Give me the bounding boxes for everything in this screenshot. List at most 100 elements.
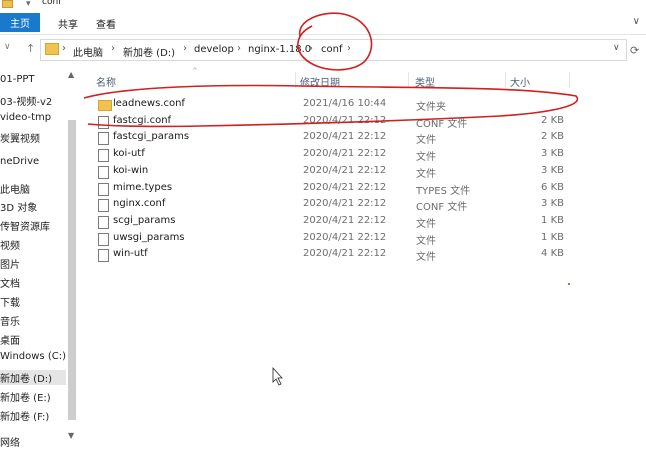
refresh-icon[interactable]: ⟳ xyxy=(630,44,639,57)
breadcrumb-drive-d[interactable]: 新加卷 (D:) xyxy=(123,44,175,59)
nav-item[interactable]: 下载 xyxy=(0,294,20,309)
nav-item[interactable]: 新加卷 (F:) xyxy=(0,408,49,423)
file-row[interactable]: leadnews.conf 2021/4/16 10:44 文件夹 xyxy=(90,97,580,113)
file-row[interactable]: nginx.conf 2020/4/21 22:12 CONF 文件 3 KB xyxy=(90,197,580,213)
column-divider[interactable] xyxy=(295,72,296,88)
nav-item[interactable]: 03-视频-v2 xyxy=(0,93,52,108)
file-type: TYPES 文件 xyxy=(416,185,471,197)
file-row[interactable]: uwsgi_params 2020/4/21 22:12 文件 1 KB xyxy=(90,231,580,247)
tab-view[interactable]: 查看 xyxy=(92,15,120,32)
file-name: nginx.conf xyxy=(113,198,166,210)
nav-scrollbar[interactable]: ▲ ▼ xyxy=(66,66,78,455)
column-name[interactable]: 名称 xyxy=(96,74,116,89)
nav-item[interactable]: 此电脑 xyxy=(0,181,30,196)
file-date: 2020/4/21 22:12 xyxy=(303,148,387,160)
column-divider[interactable] xyxy=(408,72,409,88)
nav-item[interactable]: 视频 xyxy=(0,237,20,252)
nav-item[interactable]: Windows (C:) xyxy=(0,351,66,362)
scroll-down-icon[interactable]: ▼ xyxy=(68,431,74,440)
mouse-cursor-icon xyxy=(272,366,283,386)
file-row[interactable]: scgi_params 2020/4/21 22:12 文件 1 KB xyxy=(90,214,580,230)
file-row[interactable]: fastcgi_params 2020/4/21 22:12 文件 2 KB xyxy=(90,130,580,146)
file-name: koi-utf xyxy=(113,148,145,160)
ribbon-expand-icon[interactable]: ∨ xyxy=(633,16,640,27)
nav-item[interactable]: 01-PPT xyxy=(0,74,35,85)
chevron-right-icon[interactable]: › xyxy=(237,43,241,54)
file-size: 2 KB xyxy=(541,131,564,143)
nav-item[interactable]: 桌面 xyxy=(0,332,20,347)
nav-item[interactable]: 炭翼视频 xyxy=(0,130,40,145)
file-date: 2020/4/21 22:12 xyxy=(303,214,387,226)
file-icon xyxy=(98,132,109,146)
file-name: win-utf xyxy=(113,248,148,260)
file-type: 文件 xyxy=(416,168,436,180)
chevron-right-icon[interactable]: › xyxy=(309,43,313,54)
column-date[interactable]: 修改日期 xyxy=(300,74,340,89)
nav-item[interactable]: 音乐 xyxy=(0,313,20,328)
file-icon xyxy=(98,199,109,213)
file-row[interactable]: win-utf 2020/4/21 22:12 文件 4 KB xyxy=(90,247,580,263)
file-date: 2020/4/21 22:12 xyxy=(303,131,387,143)
address-bar[interactable]: › 此电脑 › 新加卷 (D:) › develop › nginx-1.18.… xyxy=(40,39,627,61)
nav-item[interactable]: 新加卷 (D:) xyxy=(0,370,66,385)
nav-item[interactable]: neDrive xyxy=(0,156,39,167)
file-icon xyxy=(98,249,109,263)
breadcrumb-develop[interactable]: develop xyxy=(194,44,234,55)
file-name: fastcgi_params xyxy=(113,131,190,143)
file-row[interactable]: fastcgi.conf 2020/4/21 22:12 CONF 文件 2 KB xyxy=(90,114,580,130)
scroll-up-icon[interactable]: ▲ xyxy=(68,70,74,79)
file-icon xyxy=(98,115,109,129)
file-type: 文件 xyxy=(416,135,436,147)
file-name: mime.types xyxy=(113,181,173,193)
file-icon xyxy=(98,149,109,163)
file-date: 2020/4/21 22:12 xyxy=(303,198,387,210)
file-size: 3 KB xyxy=(541,198,564,210)
up-arrow-icon[interactable]: ↑ xyxy=(26,42,35,55)
column-type[interactable]: 类型 xyxy=(415,74,435,89)
recent-locations-icon[interactable]: ∨ xyxy=(4,42,11,52)
annotation-dot xyxy=(568,283,570,285)
window-title: conf xyxy=(42,0,62,7)
nav-item[interactable]: 文档 xyxy=(0,275,20,290)
tab-home[interactable]: 主页 xyxy=(0,13,40,32)
nav-item[interactable]: 新加卷 (E:) xyxy=(0,389,51,404)
chevron-right-icon[interactable]: › xyxy=(183,43,187,54)
column-size[interactable]: 大小 xyxy=(510,74,530,89)
nav-item[interactable]: 图片 xyxy=(0,256,20,271)
file-icon xyxy=(98,182,109,196)
breadcrumb-conf[interactable]: conf xyxy=(321,44,342,55)
chevron-right-icon[interactable]: › xyxy=(111,43,115,54)
address-dropdown-icon[interactable]: ∨ xyxy=(613,43,620,53)
breadcrumb-nginx[interactable]: nginx-1.18.0 xyxy=(248,44,311,55)
sort-caret-icon: ^ xyxy=(192,67,198,75)
chevron-right-icon[interactable]: › xyxy=(347,43,351,54)
file-type: CONF 文件 xyxy=(416,118,468,130)
column-divider[interactable] xyxy=(505,72,506,88)
file-size: 4 KB xyxy=(541,248,564,260)
file-icon xyxy=(98,232,109,246)
folder-icon xyxy=(98,100,112,111)
file-size: 2 KB xyxy=(541,114,564,126)
chevron-right-icon[interactable]: › xyxy=(62,43,66,54)
file-icon xyxy=(98,165,109,179)
nav-item[interactable]: 网络 xyxy=(0,434,20,449)
file-type: 文件 xyxy=(416,218,436,230)
column-divider[interactable] xyxy=(569,72,570,88)
nav-item[interactable]: 传智资源库 xyxy=(0,218,50,233)
scrollbar-thumb[interactable] xyxy=(68,120,76,420)
quick-access-chevron-icon[interactable]: ▾ xyxy=(26,0,31,9)
file-type: CONF 文件 xyxy=(416,202,468,214)
file-type: 文件 xyxy=(416,152,436,164)
file-date: 2020/4/21 22:12 xyxy=(303,248,387,260)
breadcrumb-this-pc[interactable]: 此电脑 xyxy=(73,44,103,59)
file-date: 2020/4/21 22:12 xyxy=(303,231,387,243)
file-size: 3 KB xyxy=(541,148,564,160)
file-row[interactable]: koi-win 2020/4/21 22:12 文件 3 KB xyxy=(90,164,580,180)
file-size: 3 KB xyxy=(541,164,564,176)
nav-item[interactable]: video-tmp xyxy=(0,112,51,123)
tab-share[interactable]: 共享 xyxy=(54,15,82,32)
file-row[interactable]: mime.types 2020/4/21 22:12 TYPES 文件 6 KB xyxy=(90,181,580,197)
file-row[interactable]: koi-utf 2020/4/21 22:12 文件 3 KB xyxy=(90,147,580,163)
nav-item[interactable]: 3D 对象 xyxy=(0,199,37,214)
address-row: ∨ ↑ › 此电脑 › 新加卷 (D:) › develop › nginx-1… xyxy=(0,36,646,64)
